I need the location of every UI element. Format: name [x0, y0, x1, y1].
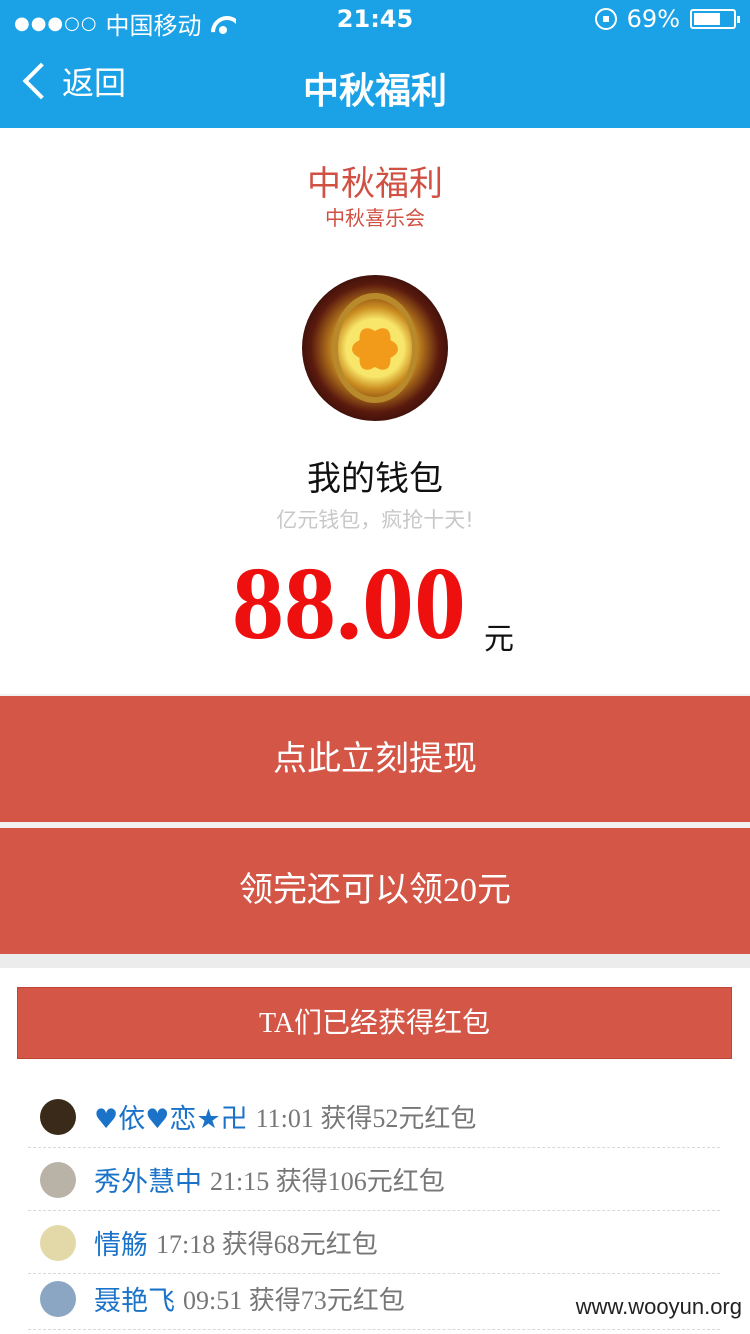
list-item: 情觞 17:18 获得68元红包 — [28, 1212, 720, 1274]
winner-time: 21:15 — [210, 1167, 270, 1196]
winner-time: 09:51 — [183, 1286, 243, 1315]
rotation-lock-icon — [594, 8, 617, 30]
winner-time: 17:18 — [156, 1230, 216, 1259]
page-title: 中秋福利 — [307, 164, 443, 204]
winner-name: 秀外慧中 — [94, 1167, 202, 1198]
winner-text: 获得68元红包 — [221, 1230, 378, 1259]
winner-text: 获得73元红包 — [248, 1286, 405, 1315]
winner-name: 情觞 — [94, 1230, 148, 1261]
winner-name: ♥依♥恋★卍 — [94, 1104, 248, 1135]
mooncake-avatar — [302, 275, 448, 421]
winner-name: 聂艳飞 — [94, 1286, 175, 1317]
winner-text: 获得106元红包 — [275, 1167, 445, 1196]
avatar — [40, 1280, 76, 1317]
list-item: 秀外慧中 21:15 获得106元红包 — [28, 1149, 720, 1211]
avatar — [40, 1161, 76, 1198]
avatar — [40, 1098, 76, 1135]
winner-time: 11:01 — [255, 1104, 314, 1133]
withdraw-button[interactable]: 点此立刻提现 — [0, 696, 750, 822]
amount-unit: 元 — [484, 622, 514, 657]
wallet-slogan: 亿元钱包，疯抢十天! — [276, 508, 474, 532]
claim-more-button[interactable]: 领完还可以领20元 — [0, 828, 750, 954]
battery-percent: 69% — [626, 5, 680, 33]
section-divider — [0, 954, 750, 968]
avatar — [40, 1224, 76, 1261]
wallet-name: 我的钱包 — [307, 459, 443, 499]
wallet-card: 中秋福利 中秋喜乐会 我的钱包 亿元钱包，疯抢十天! 88.00 元 — [0, 128, 750, 694]
winners-title: TA们已经获得红包 — [17, 987, 732, 1059]
winner-text: 获得52元红包 — [320, 1104, 477, 1133]
nav-bar: 返回 中秋福利 — [0, 40, 750, 128]
wallet-amount: 88.00 — [232, 546, 466, 661]
nav-title: 中秋福利 — [302, 71, 447, 112]
winners-section: TA们已经获得红包 ♥依♥恋★卍 11:01 获得52元红包 秀外慧中 21:1… — [0, 968, 750, 1334]
status-bar: ●●●○○ 中国移动 21:45 69% — [0, 0, 750, 40]
list-item: ♥依♥恋★卍 11:01 获得52元红包 — [28, 1086, 720, 1148]
watermark: www.wooyun.org — [575, 1294, 742, 1319]
page-subtitle: 中秋喜乐会 — [325, 206, 425, 230]
battery-icon — [690, 9, 740, 29]
